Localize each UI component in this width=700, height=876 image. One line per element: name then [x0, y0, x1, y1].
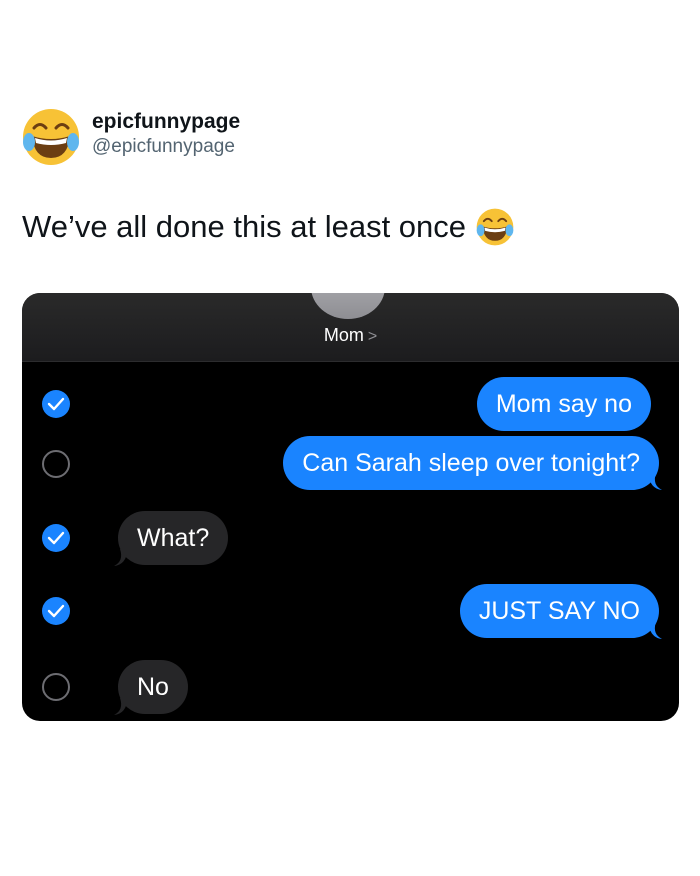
- select-circle-checked[interactable]: [42, 390, 70, 418]
- select-circle-checked[interactable]: [42, 524, 70, 552]
- message-bubble-outgoing[interactable]: JUST SAY NO: [459, 584, 659, 638]
- tweet-text-row: We’ve all done this at least once: [22, 208, 514, 246]
- contact-avatar[interactable]: [311, 293, 385, 319]
- conversation-nav-bar: Mom >: [22, 293, 679, 362]
- contact-name-button[interactable]: Mom >: [22, 325, 679, 346]
- select-circle-unchecked[interactable]: [42, 673, 70, 701]
- message-bubble-incoming[interactable]: What?: [118, 511, 229, 565]
- laughing-emoji-icon: [23, 109, 79, 165]
- bubble-tail: [114, 549, 128, 566]
- avatar[interactable]: [22, 108, 80, 166]
- bubble-tail: [114, 698, 128, 715]
- post-header: epicfunnypage @epicfunnypage: [22, 108, 240, 166]
- select-circle-checked[interactable]: [42, 597, 70, 625]
- chevron-right-icon: >: [367, 328, 378, 345]
- tweet-text: We’ve all done this at least once: [22, 209, 467, 244]
- imessage-screenshot: Mom > Mom say no Can Sarah sleep over ton…: [22, 293, 679, 721]
- select-circle-unchecked[interactable]: [42, 450, 70, 478]
- message-bubble-outgoing[interactable]: Can Sarah sleep over tonight?: [283, 436, 659, 490]
- message-bubble-incoming[interactable]: No: [118, 660, 188, 714]
- contact-name: Mom: [323, 325, 364, 345]
- user-handle[interactable]: @epicfunnypage: [92, 135, 240, 159]
- checkmark-icon: [47, 397, 65, 411]
- display-name[interactable]: epicfunnypage: [92, 109, 240, 135]
- checkmark-icon: [47, 604, 65, 618]
- bubble-tail: [648, 622, 662, 639]
- checkmark-icon: [47, 531, 65, 545]
- laughing-emoji-icon: [476, 208, 514, 246]
- message-bubble-outgoing[interactable]: Mom say no: [476, 377, 651, 431]
- bubble-tail: [648, 473, 662, 490]
